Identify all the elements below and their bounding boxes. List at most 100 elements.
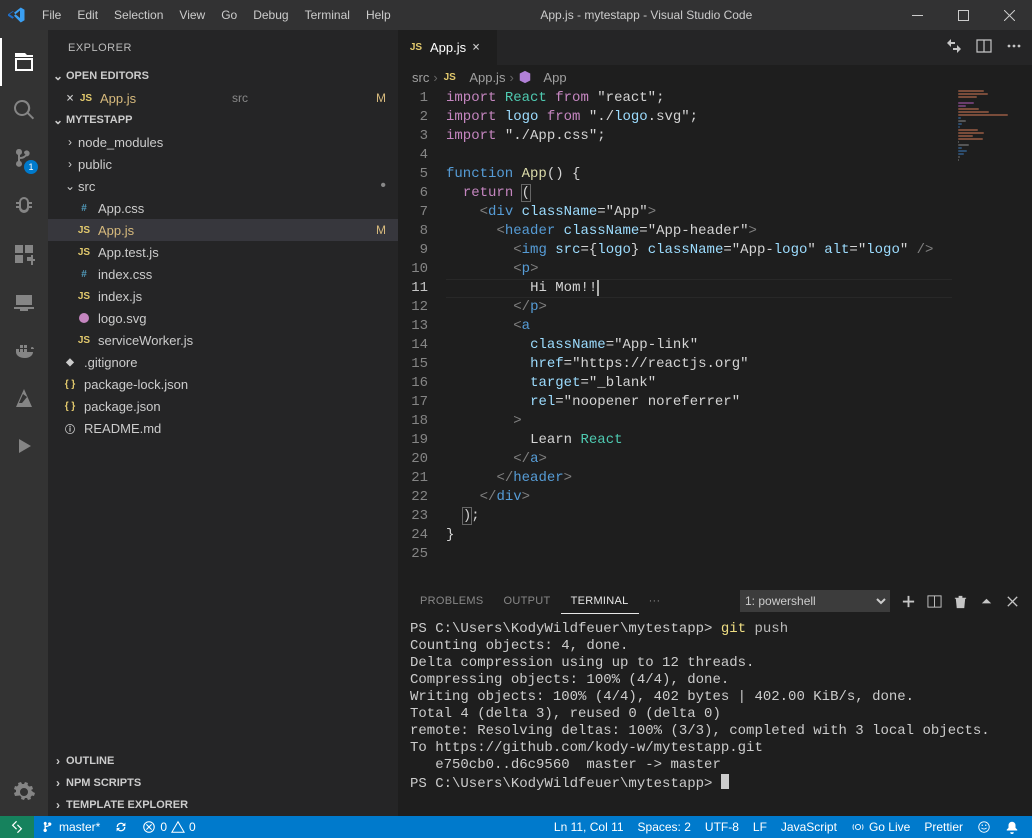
menu-terminal[interactable]: Terminal (297, 0, 358, 30)
activity-settings-icon[interactable] (0, 768, 48, 816)
status-prettier[interactable]: Prettier (917, 816, 970, 838)
tree-file[interactable]: JSApp.jsM (48, 219, 398, 241)
close-panel-icon[interactable] (1004, 593, 1020, 609)
js-file-icon: JS (76, 332, 92, 348)
window-maximize-icon[interactable] (940, 0, 986, 30)
breadcrumb-file[interactable]: JS App.js (442, 69, 506, 85)
tree-folder[interactable]: ⌄src• (48, 175, 398, 197)
section-outline[interactable]: › OUTLINE (48, 750, 398, 772)
activity-explorer-icon[interactable] (0, 38, 48, 86)
activity-play-icon[interactable] (0, 422, 48, 470)
breadcrumb-symbol[interactable]: App (518, 70, 567, 85)
section-open-editors[interactable]: ⌄ OPEN EDITORS (48, 65, 398, 87)
status-sync-icon[interactable] (107, 816, 135, 838)
section-workspace[interactable]: ⌄ MYTESTAPP (48, 109, 398, 131)
new-terminal-icon[interactable] (900, 593, 916, 609)
js-file-icon: JS (76, 288, 92, 304)
menu-view[interactable]: View (171, 0, 213, 30)
tab-label: App.js (430, 40, 466, 55)
open-editor-filename: App.js (100, 91, 228, 106)
tree-label: .gitignore (84, 355, 398, 370)
gitignore-file-icon: ◆ (62, 354, 78, 370)
open-editor-item[interactable]: × JS App.js src M (48, 87, 398, 109)
panel-tab-terminal[interactable]: TERMINAL (561, 589, 639, 614)
panel-tab-problems[interactable]: PROBLEMS (410, 589, 494, 613)
activity-debug-icon[interactable] (0, 182, 48, 230)
compare-changes-icon[interactable] (946, 38, 962, 57)
tree-file[interactable]: JSserviceWorker.js (48, 329, 398, 351)
activity-docker-icon[interactable] (0, 326, 48, 374)
activity-extensions-icon[interactable] (0, 230, 48, 278)
tree-file[interactable]: { }package.json (48, 395, 398, 417)
menu-selection[interactable]: Selection (106, 0, 171, 30)
terminal-body[interactable]: PS C:\Users\KodyWildfeuer\mytestapp> git… (398, 617, 1032, 816)
menu-edit[interactable]: Edit (69, 0, 106, 30)
tree-label: index.js (98, 289, 398, 304)
json-file-icon: { } (62, 376, 78, 392)
code-editor[interactable]: 1234567891011121314151617181920212223242… (398, 89, 1032, 584)
tree-label: App.test.js (98, 245, 398, 260)
menu-file[interactable]: File (34, 0, 69, 30)
activity-azure-icon[interactable] (0, 374, 48, 422)
tree-file[interactable]: #index.css (48, 263, 398, 285)
tree-file[interactable]: JSApp.test.js (48, 241, 398, 263)
tab-close-icon[interactable]: × (472, 40, 480, 55)
status-eol[interactable]: LF (746, 816, 774, 838)
status-remote-icon[interactable] (0, 816, 34, 838)
js-file-icon: JS (442, 69, 458, 85)
panel-tab-more-icon[interactable]: ··· (639, 589, 671, 613)
breadcrumb-src[interactable]: src (412, 70, 429, 85)
terminal-shell-select[interactable]: 1: powershell (740, 590, 890, 612)
tree-file[interactable]: logo.svg (48, 307, 398, 329)
close-icon[interactable]: × (62, 91, 78, 106)
section-npm-scripts[interactable]: › NPM SCRIPTS (48, 772, 398, 794)
menu-debug[interactable]: Debug (245, 0, 296, 30)
more-actions-icon[interactable] (1006, 38, 1022, 57)
tree-label: package.json (84, 399, 398, 414)
tab-app-js[interactable]: JS App.js × (398, 30, 498, 65)
open-editor-dir: src (232, 91, 248, 105)
section-workspace-label: MYTESTAPP (66, 114, 132, 126)
code-content[interactable]: import React from "react";import logo fr… (446, 89, 1032, 584)
chevron-right-icon: › (62, 135, 78, 149)
svg-file-icon (76, 310, 92, 326)
window-minimize-icon[interactable] (894, 0, 940, 30)
kill-terminal-icon[interactable] (952, 593, 968, 609)
chevron-right-icon: › (433, 70, 437, 85)
split-editor-icon[interactable] (976, 38, 992, 57)
chevron-down-icon: ⌄ (62, 179, 78, 193)
status-lncol[interactable]: Ln 11, Col 11 (547, 816, 631, 838)
status-feedback-icon[interactable] (970, 816, 998, 838)
tree-label: App.js (98, 223, 237, 238)
tree-file[interactable]: JS index.js (48, 285, 398, 307)
tree-file[interactable]: { }package-lock.json (48, 373, 398, 395)
css-file-icon: # (76, 200, 92, 216)
maximize-panel-icon[interactable] (978, 593, 994, 609)
chevron-down-icon: ⌄ (50, 69, 66, 83)
activity-remote-icon[interactable] (0, 278, 48, 326)
tree-file[interactable]: ⓘREADME.md (48, 417, 398, 439)
split-terminal-icon[interactable] (926, 593, 942, 609)
status-lang[interactable]: JavaScript (774, 816, 844, 838)
tree-label: README.md (84, 421, 398, 436)
title-bar: File Edit Selection View Go Debug Termin… (0, 0, 1032, 30)
activity-scm-icon[interactable]: 1 (0, 134, 48, 182)
status-spaces[interactable]: Spaces: 2 (631, 816, 698, 838)
menu-help[interactable]: Help (358, 0, 399, 30)
panel-tab-output[interactable]: OUTPUT (494, 589, 561, 613)
status-encoding[interactable]: UTF-8 (698, 816, 746, 838)
section-template-explorer[interactable]: › TEMPLATE EXPLORER (48, 794, 398, 816)
tree-file[interactable]: #App.css (48, 197, 398, 219)
symbol-method-icon (518, 70, 532, 84)
status-bell-icon[interactable] (998, 816, 1026, 838)
menu-go[interactable]: Go (213, 0, 245, 30)
activity-search-icon[interactable] (0, 86, 48, 134)
status-golive[interactable]: Go Live (844, 816, 917, 838)
status-errors[interactable]: 0 0 (135, 816, 202, 838)
tree-folder[interactable]: ›public (48, 153, 398, 175)
status-branch[interactable]: master* (34, 816, 107, 838)
breadcrumb[interactable]: src › JS App.js › App (398, 65, 1032, 89)
window-close-icon[interactable] (986, 0, 1032, 30)
tree-file[interactable]: ◆ .gitignore (48, 351, 398, 373)
tree-folder[interactable]: ›node_modules (48, 131, 398, 153)
